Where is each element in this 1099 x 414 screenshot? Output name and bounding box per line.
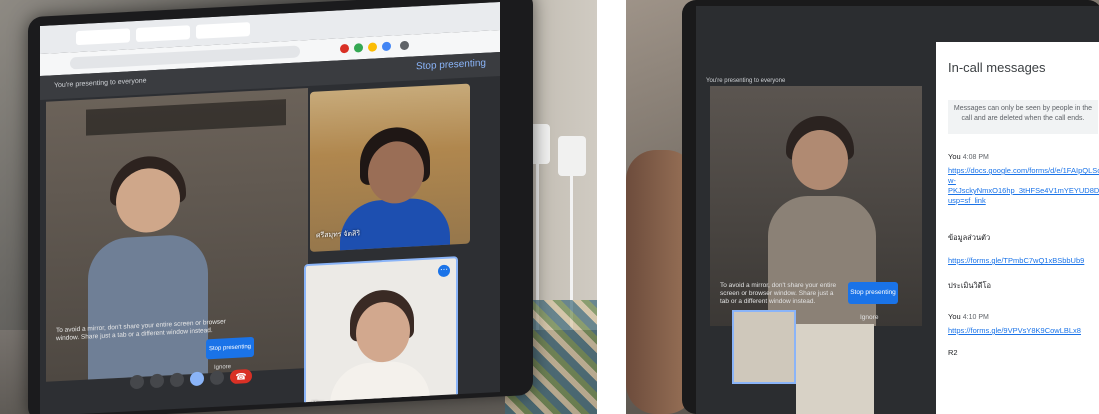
browser-tab[interactable]	[136, 25, 190, 43]
share-warning: To avoid a mirror, don't share your enti…	[720, 282, 837, 305]
extension-icon[interactable]	[354, 43, 363, 53]
mic-icon[interactable]	[130, 374, 144, 390]
main-video-feed: To avoid a mirror, don't share your enti…	[710, 86, 922, 326]
message-text: ข้อมูลส่วนตัว	[948, 233, 991, 242]
extension-icon[interactable]	[368, 42, 377, 52]
self-view-tile[interactable]	[796, 324, 874, 414]
presenting-note: You're presenting to everyone	[54, 77, 147, 90]
participant-face	[368, 139, 424, 205]
right-photo: You're presenting to everyone To avoid a…	[626, 0, 1099, 414]
left-photo: You're presenting to everyone Stop prese…	[0, 0, 597, 414]
present-icon[interactable]	[190, 371, 204, 387]
participant-name: ศรีสมุทร จัดสิริ	[316, 230, 361, 240]
participant-shirt	[340, 196, 450, 252]
participant-tile[interactable]: ศรีสมุทร จัดสิริ	[310, 83, 470, 252]
self-face	[356, 300, 410, 364]
stop-presenting-button[interactable]: Stop presenting	[206, 336, 254, 360]
sender-name: You	[948, 152, 961, 161]
extension-icon[interactable]	[340, 43, 349, 54]
message-link[interactable]: https://forms.gle/9VPVsY8K9CowLBLx8	[948, 326, 1099, 336]
message-sender: You 4:08 PM	[948, 152, 989, 161]
message-sender: You 4:10 PM	[948, 312, 989, 321]
message-time: 4:10 PM	[962, 314, 989, 321]
message-link[interactable]: https://docs.google.com/forms/d/e/1FAIpQ…	[948, 166, 1099, 206]
message-text: R2	[948, 348, 958, 357]
stop-presenting-link[interactable]: Stop presenting	[416, 58, 486, 73]
browser-tab[interactable]	[196, 22, 250, 39]
laptop-screen: You're presenting to everyone To avoid a…	[696, 6, 1099, 414]
laptop-screen: You're presenting to everyone Stop prese…	[40, 1, 500, 414]
message-time: 4:08 PM	[962, 154, 989, 161]
ignore-button[interactable]: Ignore	[860, 314, 878, 321]
camera-icon[interactable]	[150, 373, 164, 389]
message-link[interactable]: https://forms.gle/TPmbC7wQ1xBSbbUb9	[948, 256, 1099, 266]
presenter-body	[88, 233, 208, 380]
captions-icon[interactable]	[170, 372, 184, 388]
more-options-icon[interactable]	[210, 370, 224, 386]
browser-tab[interactable]	[76, 28, 130, 46]
more-vert-icon[interactable]: ⋯	[438, 264, 450, 278]
in-call-messages-panel: In-call messages Messages can only be se…	[936, 42, 1099, 414]
stop-presenting-button[interactable]: Stop presenting	[848, 282, 898, 304]
puzzle-icon[interactable]	[400, 40, 409, 51]
power-socket	[558, 136, 586, 176]
message-text: ประเมินวิดีโอ	[948, 281, 992, 290]
presenter-body	[768, 196, 876, 326]
extension-icon[interactable]	[382, 41, 391, 52]
presenter-face	[116, 166, 180, 235]
self-view-tile[interactable]: ⋯ You	[304, 256, 458, 414]
chat-title: In-call messages	[948, 60, 1046, 75]
main-video-feed: To avoid a mirror, don't share your enti…	[46, 88, 308, 382]
presenter-face	[792, 130, 848, 190]
sender-name: You	[948, 312, 961, 321]
participant-tile[interactable]	[732, 310, 796, 384]
presenting-note: You're presenting to everyone	[706, 78, 786, 84]
shared-slide-caption	[86, 99, 286, 136]
chat-notice: Messages can only be seen by people in t…	[948, 100, 1098, 134]
hang-up-button[interactable]: ☎	[230, 368, 252, 385]
